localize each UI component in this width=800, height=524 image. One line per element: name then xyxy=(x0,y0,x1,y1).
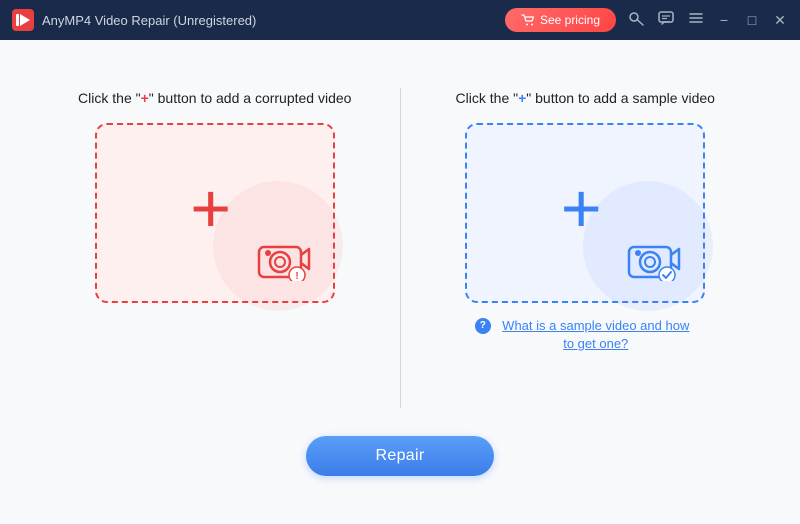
see-pricing-button[interactable]: See pricing xyxy=(505,8,616,32)
key-icon[interactable] xyxy=(628,10,644,30)
toolbar-icons xyxy=(628,10,704,30)
sample-drop-zone[interactable]: + xyxy=(465,123,705,303)
menu-icon[interactable] xyxy=(688,10,704,30)
chat-icon[interactable] xyxy=(658,10,674,30)
sample-video-panel: Click the "+" button to add a sample vid… xyxy=(421,88,751,353)
panel-divider xyxy=(400,88,401,408)
corrupted-camera-icon: ! xyxy=(257,237,313,281)
repair-btn-row: Repair xyxy=(20,436,780,476)
corrupted-instruction: Click the "+" button to add a corrupted … xyxy=(78,88,351,109)
main-content: Click the "+" button to add a corrupted … xyxy=(0,40,800,524)
close-button[interactable]: ✕ xyxy=(772,12,788,29)
minimize-button[interactable]: − xyxy=(716,12,732,28)
sample-instruction: Click the "+" button to add a sample vid… xyxy=(456,88,715,109)
corrupted-plus-icon: + xyxy=(190,173,231,243)
titlebar: AnyMP4 Video Repair (Unregistered) See p… xyxy=(0,0,800,40)
corrupted-plus-text: + xyxy=(141,90,149,106)
sample-plus-icon: + xyxy=(561,173,602,243)
help-icon: ? xyxy=(475,318,491,334)
sample-camera-icon xyxy=(627,237,683,281)
help-text: What is a sample video and how to get on… xyxy=(496,317,696,353)
corrupted-video-panel: Click the "+" button to add a corrupted … xyxy=(50,88,380,303)
repair-label: Repair xyxy=(376,447,425,464)
help-link[interactable]: ? What is a sample video and how to get … xyxy=(475,317,696,353)
app-logo xyxy=(12,9,34,31)
window-controls: − □ ✕ xyxy=(716,12,788,29)
pricing-label: See pricing xyxy=(540,13,600,27)
sample-plus-text: + xyxy=(518,90,526,106)
app-title: AnyMP4 Video Repair (Unregistered) xyxy=(42,13,505,28)
svg-text:!: ! xyxy=(295,271,298,281)
maximize-button[interactable]: □ xyxy=(744,12,760,28)
cart-icon xyxy=(521,14,535,26)
repair-button[interactable]: Repair xyxy=(306,436,495,476)
panels-row: Click the "+" button to add a corrupted … xyxy=(50,88,750,408)
corrupted-drop-zone[interactable]: + ! xyxy=(95,123,335,303)
